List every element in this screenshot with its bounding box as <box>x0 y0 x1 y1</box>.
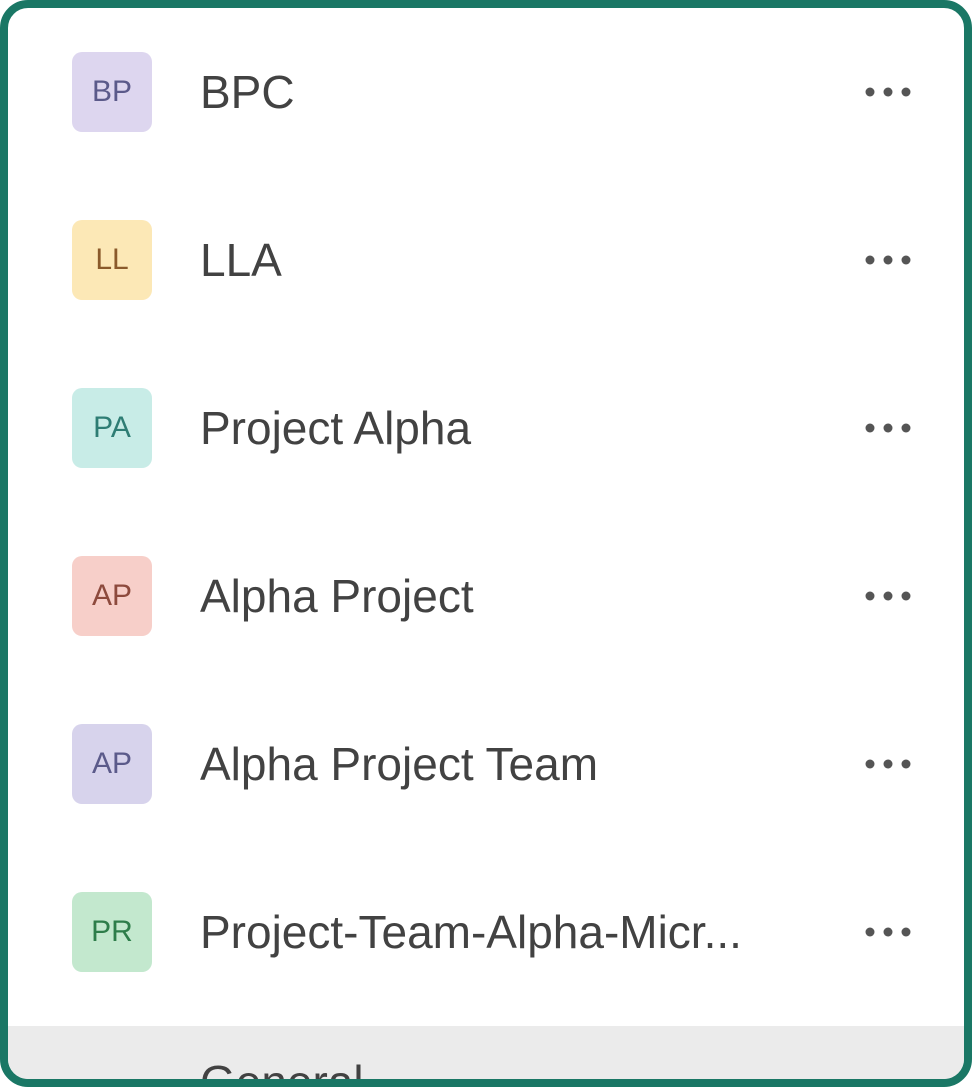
team-avatar: BP <box>72 52 152 132</box>
channel-row-general[interactable]: General <box>8 1026 964 1087</box>
more-options-icon[interactable] <box>860 756 916 772</box>
team-avatar: AP <box>72 556 152 636</box>
team-avatar: PA <box>72 388 152 468</box>
team-row[interactable]: PR Project-Team-Alpha-Micr... <box>8 868 964 996</box>
team-avatar: LL <box>72 220 152 300</box>
more-options-icon[interactable] <box>860 588 916 604</box>
more-options-icon[interactable] <box>860 84 916 100</box>
teams-list: BP BPC LL LLA PA Project Alpha AP Alpha Project… <box>8 8 964 1087</box>
team-row[interactable]: BP BPC <box>8 28 964 156</box>
more-options-icon[interactable] <box>860 252 916 268</box>
team-avatar: PR <box>72 892 152 972</box>
team-name-label: Alpha Project Team <box>200 737 860 791</box>
team-row[interactable]: LL LLA <box>8 196 964 324</box>
team-row[interactable]: PA Project Alpha <box>8 364 964 492</box>
more-options-icon[interactable] <box>860 420 916 436</box>
team-name-label: Alpha Project <box>200 569 860 623</box>
more-options-icon[interactable] <box>860 924 916 940</box>
team-name-label: LLA <box>200 233 860 287</box>
teams-list-panel: BP BPC LL LLA PA Project Alpha AP Alpha Project… <box>0 0 972 1087</box>
team-avatar: AP <box>72 724 152 804</box>
team-name-label: Project Alpha <box>200 401 860 455</box>
team-name-label: BPC <box>200 65 860 119</box>
team-row[interactable]: AP Alpha Project Team <box>8 700 964 828</box>
team-row[interactable]: AP Alpha Project <box>8 532 964 660</box>
channel-label: General <box>200 1055 364 1087</box>
team-name-label: Project-Team-Alpha-Micr... <box>200 905 860 959</box>
